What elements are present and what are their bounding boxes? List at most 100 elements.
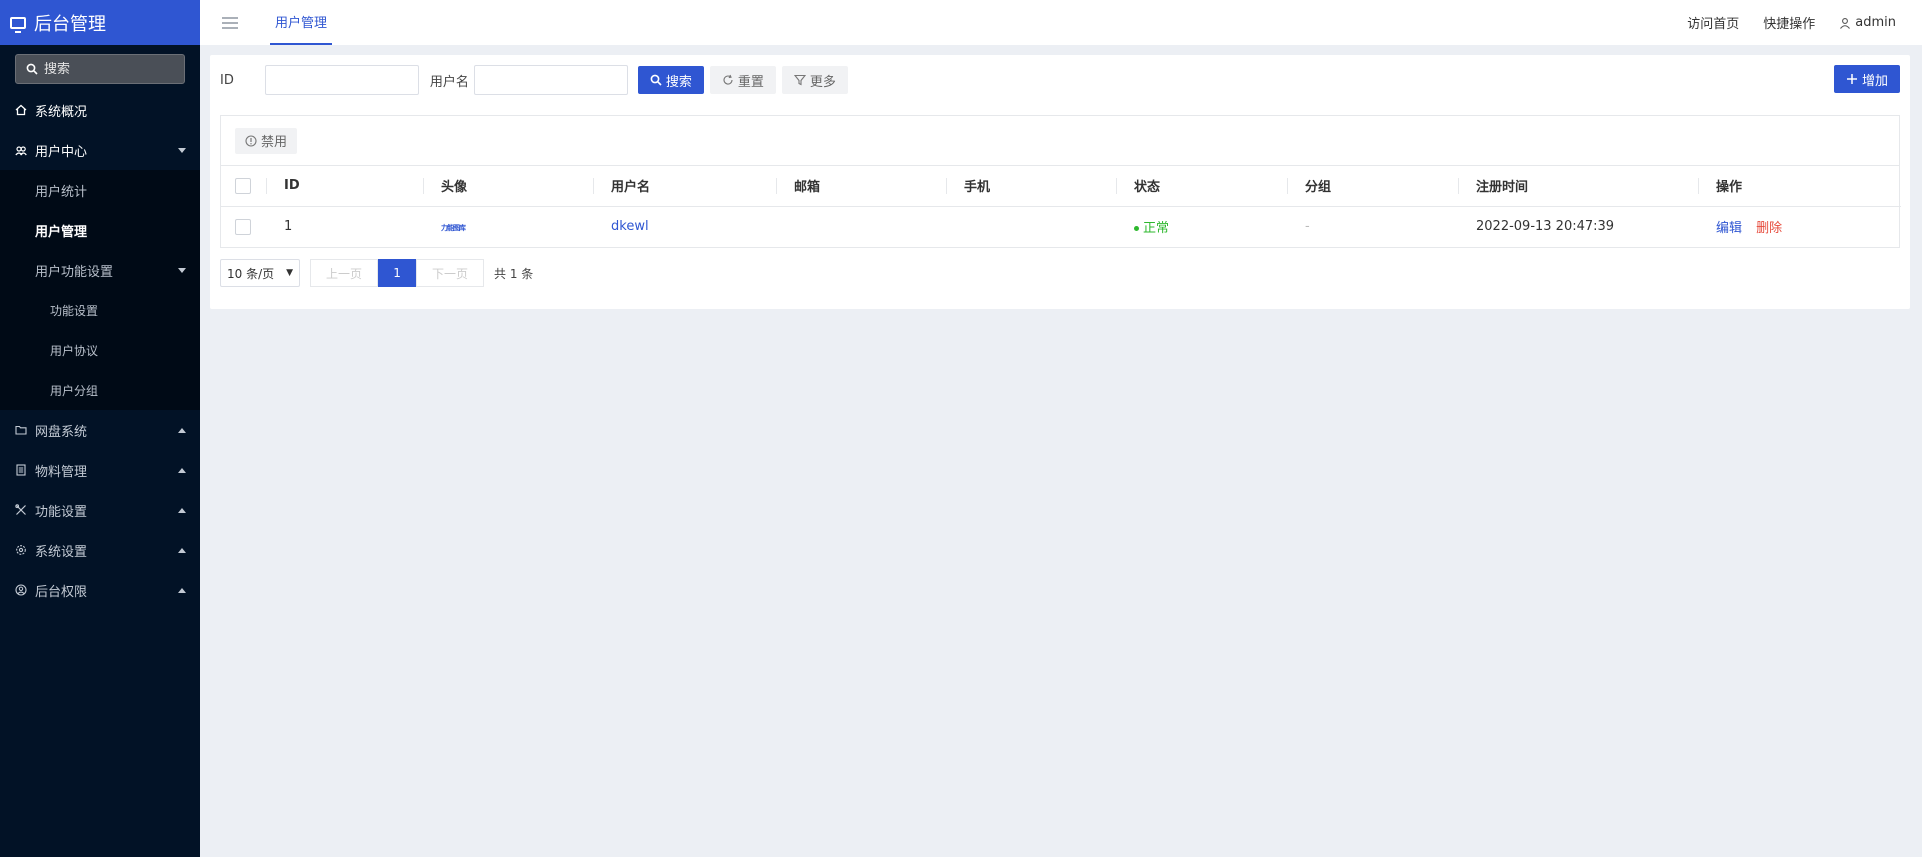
- chevron-up-icon: [178, 428, 186, 433]
- sidebar-item-label: 功能设置: [35, 504, 88, 520]
- sidebar-item-label: 用户协议: [50, 343, 99, 358]
- table-toolbar: 禁用: [221, 116, 1899, 166]
- add-button[interactable]: 增加: [1833, 65, 1900, 93]
- main-panel: ID 用户名 搜索 重置 更多 增加 禁用 ID 头像 用户名 邮箱 手机 状态…: [210, 55, 1910, 309]
- delete-link[interactable]: 删除: [1756, 221, 1782, 236]
- username-label: admin: [1855, 15, 1896, 30]
- select-all-cell: [221, 166, 266, 207]
- sidebar-item-label: 物料管理: [35, 464, 88, 480]
- search-button[interactable]: 搜索: [637, 66, 704, 94]
- sidebar-item-label: 用户统计: [35, 184, 88, 200]
- more-filters-button[interactable]: 更多: [781, 66, 848, 94]
- chevron-up-icon: [178, 508, 186, 513]
- info-circle-icon: [245, 134, 257, 147]
- cell-status: 正常: [1116, 206, 1287, 247]
- gear-icon: [16, 545, 26, 555]
- user-menu[interactable]: admin: [1839, 15, 1896, 30]
- tab-user-manage[interactable]: 用户管理: [270, 0, 333, 45]
- chevron-up-icon: [178, 468, 186, 473]
- sidebar-item-label: 后台权限: [35, 584, 88, 600]
- col-status[interactable]: 状态: [1116, 166, 1287, 207]
- page-size-select[interactable]: 10 条/页 ▼: [220, 259, 300, 287]
- table-header-row: ID 头像 用户名 邮箱 手机 状态 分组 注册时间 操作: [221, 166, 1901, 207]
- sidebar-item-label: 系统概况: [35, 104, 88, 120]
- user-center-submenu: 用户统计 用户管理 用户功能设置 功能设置 用户协议 用户分组: [0, 170, 200, 410]
- select-all-checkbox[interactable]: [235, 177, 251, 194]
- plus-icon: [1846, 74, 1857, 84]
- sidebar-item-label: 用户管理: [35, 224, 88, 240]
- edit-link[interactable]: 编辑: [1716, 221, 1742, 236]
- menu-toggle-icon[interactable]: [222, 16, 238, 29]
- avatar[interactable]: 力能图库: [441, 219, 471, 235]
- sidebar-item-user-manage[interactable]: 用户管理: [0, 210, 200, 250]
- tab-label: 用户管理: [275, 16, 328, 31]
- sidebar-item-system-settings[interactable]: 系统设置: [0, 530, 200, 570]
- user-table-container: 禁用 ID 头像 用户名 邮箱 手机 状态 分组 注册时间 操作 1 力能图库 …: [220, 115, 1901, 248]
- reset-button[interactable]: 重置: [709, 66, 776, 94]
- username-filter-label: 用户名: [429, 74, 469, 90]
- sidebar-item-user-func-settings[interactable]: 用户功能设置: [0, 250, 200, 290]
- sidebar-item-label: 系统设置: [35, 544, 88, 560]
- header-actions: 访问首页 快捷操作 admin: [1687, 0, 1896, 45]
- col-group[interactable]: 分组: [1287, 166, 1458, 207]
- brand-title: 后台管理: [34, 13, 106, 35]
- quick-actions-link[interactable]: 快捷操作: [1763, 13, 1815, 32]
- sidebar-item-func-settings[interactable]: 功能设置: [0, 290, 200, 330]
- col-email[interactable]: 邮箱: [776, 166, 946, 207]
- chevron-down-icon: [178, 148, 186, 153]
- more-button-label: 更多: [809, 74, 836, 90]
- total-count: 共 1 条: [494, 266, 534, 281]
- sidebar-item-user-stats[interactable]: 用户统计: [0, 170, 200, 210]
- sidebar-item-features[interactable]: 功能设置: [0, 490, 200, 530]
- username-filter-input[interactable]: [473, 65, 628, 95]
- page-size-value: 10 条/页: [227, 266, 275, 281]
- avatar-logo-text: 力能图库: [441, 223, 466, 232]
- sidebar-search-input[interactable]: [44, 61, 164, 77]
- cell-email: [776, 206, 946, 247]
- sidebar-search[interactable]: [15, 54, 185, 84]
- id-filter-label: ID: [220, 72, 234, 88]
- col-id[interactable]: ID: [266, 166, 423, 207]
- disable-button[interactable]: 禁用: [235, 127, 298, 154]
- username-link[interactable]: dkewl: [611, 219, 649, 234]
- search-icon: [650, 74, 662, 86]
- group-value: -: [1305, 219, 1310, 235]
- sidebar-item-overview[interactable]: 系统概况: [0, 90, 200, 130]
- row-select-cell: [221, 206, 266, 247]
- col-phone[interactable]: 手机: [946, 166, 1116, 207]
- search-button-label: 搜索: [665, 74, 692, 90]
- pagination: 10 条/页 ▼ 上一页 1 下一页 共 1 条: [220, 258, 533, 288]
- disable-button-label: 禁用: [261, 135, 288, 150]
- filter-icon: [793, 74, 806, 86]
- chevron-down-icon: [178, 268, 186, 273]
- page-number: 1: [393, 266, 401, 280]
- col-avatar[interactable]: 头像: [423, 166, 593, 207]
- sidebar-item-label: 网盘系统: [35, 424, 88, 440]
- sidebar-item-user-groups[interactable]: 用户分组: [0, 370, 200, 410]
- page-1-button[interactable]: 1: [378, 259, 417, 287]
- row-checkbox[interactable]: [235, 218, 251, 235]
- user-circle-icon: [15, 584, 27, 596]
- caret-down-icon: ▼: [286, 268, 293, 278]
- brand[interactable]: 后台管理: [0, 0, 200, 45]
- sidebar-item-admin-permissions[interactable]: 后台权限: [0, 570, 200, 610]
- sidebar-item-user-center[interactable]: 用户中心: [0, 130, 200, 170]
- prev-page-button[interactable]: 上一页: [310, 259, 379, 287]
- sidebar-item-netdisk[interactable]: 网盘系统: [0, 410, 200, 450]
- next-page-button[interactable]: 下一页: [416, 259, 485, 287]
- visit-home-link[interactable]: 访问首页: [1687, 13, 1739, 32]
- col-registered[interactable]: 注册时间: [1458, 166, 1698, 207]
- table-row: 1 力能图库 dkewl 正常 - 2022-09-13 20:47:39 编辑…: [221, 206, 1901, 247]
- user-table: ID 头像 用户名 邮箱 手机 状态 分组 注册时间 操作 1 力能图库 dke…: [221, 166, 1901, 247]
- top-header: 用户管理 访问首页 快捷操作 admin: [200, 0, 1922, 45]
- sidebar-item-label: 功能设置: [50, 303, 99, 318]
- next-label: 下一页: [432, 266, 469, 281]
- tools-icon: [15, 504, 26, 515]
- sidebar-item-label: 用户中心: [35, 144, 88, 160]
- sidebar-item-materials[interactable]: 物料管理: [0, 450, 200, 490]
- col-username[interactable]: 用户名: [593, 166, 776, 207]
- sidebar-item-user-agreement[interactable]: 用户协议: [0, 330, 200, 370]
- document-icon: [16, 464, 26, 476]
- id-filter-input[interactable]: [264, 65, 419, 95]
- prev-label: 上一页: [326, 266, 363, 281]
